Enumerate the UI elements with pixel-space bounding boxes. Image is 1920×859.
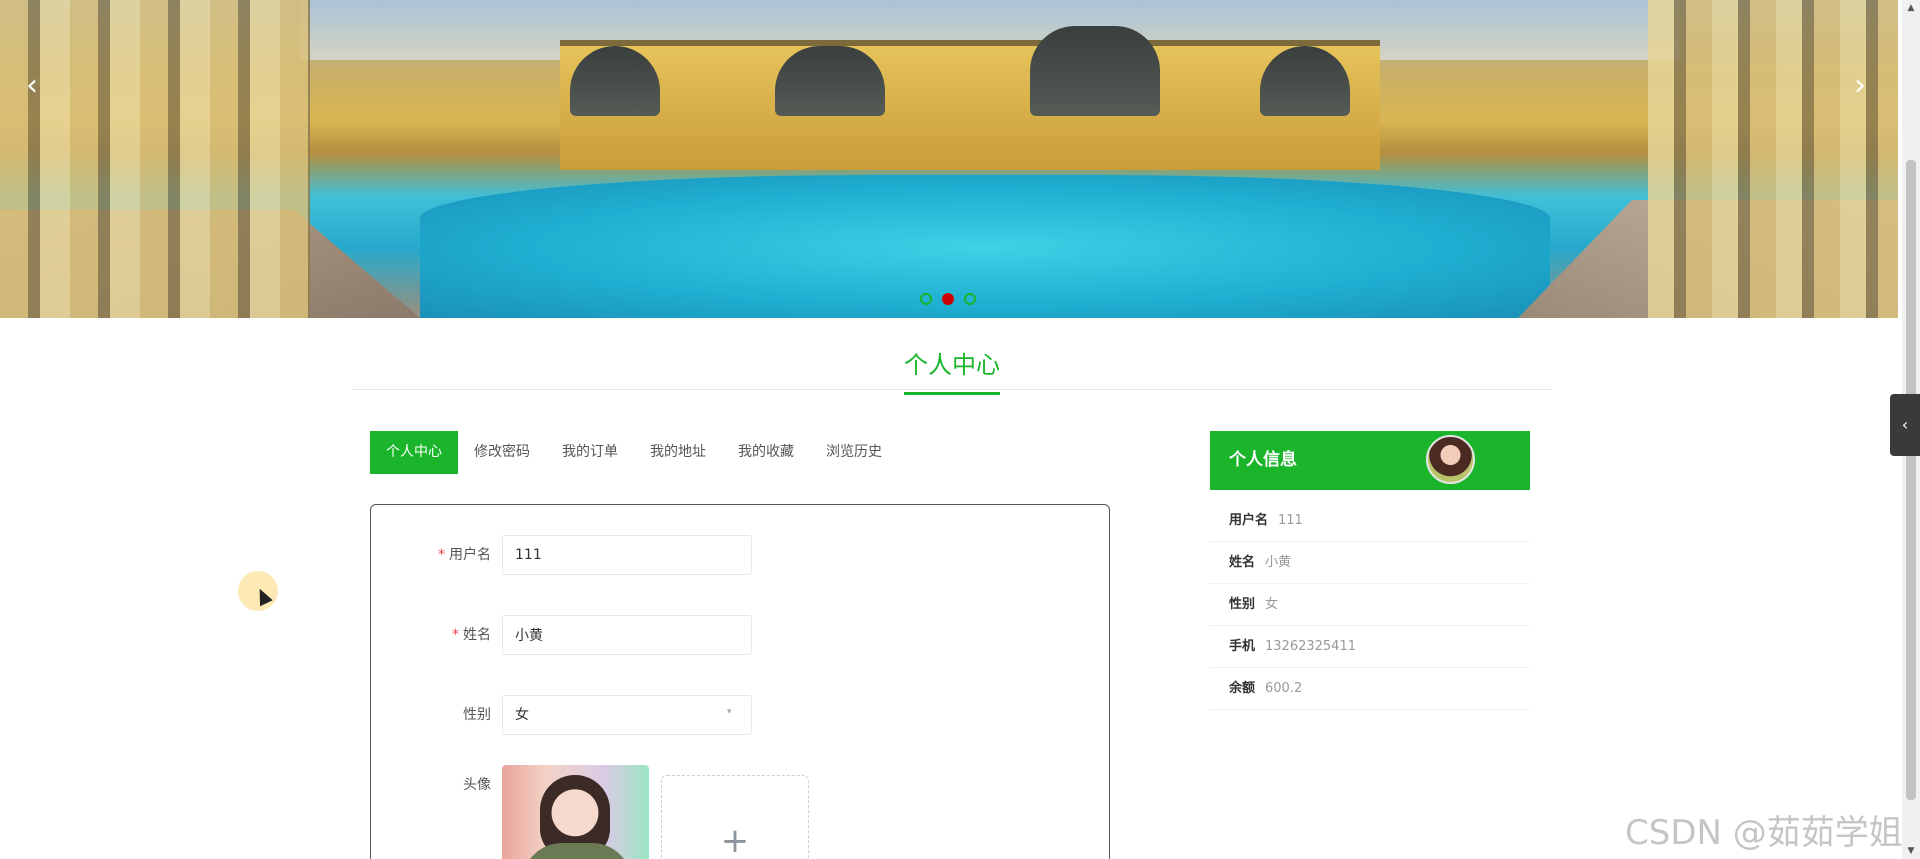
- info-value: 小黄: [1265, 555, 1292, 570]
- carousel-dot[interactable]: [964, 293, 976, 305]
- tab-2[interactable]: 我的订单: [546, 431, 634, 474]
- plus-icon: +: [720, 821, 750, 859]
- section-header: 个人中心: [352, 340, 1552, 395]
- profile-form: *用户名 *姓名 性别 女 ▾ 头像 +: [370, 504, 1110, 859]
- watermark: CSDN @茹茹学姐: [1625, 813, 1903, 853]
- info-list: 用户名 111 姓名 小黄 性别女手机 13262325411 余额 600.2: [1210, 490, 1530, 710]
- avatar-preview-image[interactable]: [502, 765, 649, 859]
- carousel-next-icon[interactable]: ›: [1840, 62, 1880, 110]
- banner-dome: [1260, 46, 1350, 116]
- carousel-prev-icon[interactable]: ‹: [12, 62, 52, 110]
- form-row-name: * 姓名: [371, 615, 1111, 655]
- avatar: [1426, 435, 1475, 484]
- avatar-upload-button[interactable]: +: [661, 775, 809, 859]
- info-value: 女: [1265, 597, 1279, 612]
- banner-building: [560, 26, 1380, 170]
- info-value: 13262325411: [1265, 639, 1356, 654]
- carousel-dot[interactable]: [920, 293, 932, 305]
- banner-dome: [775, 46, 885, 116]
- form-row-gender: 性别 女 ▾: [371, 695, 1111, 735]
- scroll-down-icon[interactable]: ▼: [1902, 843, 1920, 859]
- gender-select[interactable]: 女: [502, 695, 752, 735]
- info-value: 111: [1278, 513, 1303, 528]
- tab-0[interactable]: 个人中心: [370, 431, 458, 474]
- info-panel-title: 个人信息: [1229, 450, 1297, 470]
- banner-carousel: ‹ ›: [0, 0, 1898, 318]
- side-panel-toggle-icon[interactable]: ‹: [1890, 394, 1920, 456]
- info-row: 余额 600.2: [1210, 668, 1530, 710]
- info-key: 手机: [1229, 639, 1256, 654]
- required-mark: *: [438, 547, 445, 563]
- banner-pool: [420, 175, 1550, 318]
- info-value: 600.2: [1265, 681, 1303, 696]
- carousel-dot[interactable]: [942, 293, 954, 305]
- tab-3[interactable]: 我的地址: [634, 431, 722, 474]
- info-row: 姓名 小黄: [1210, 542, 1530, 584]
- chevron-down-icon: ▾: [727, 707, 732, 717]
- info-key: 用户名: [1229, 513, 1269, 528]
- tab-1[interactable]: 修改密码: [458, 431, 546, 474]
- banner-pillars: [0, 0, 310, 318]
- tab-5[interactable]: 浏览历史: [810, 431, 898, 474]
- page-title: 个人中心: [904, 341, 1000, 395]
- banner-dome: [1030, 26, 1160, 116]
- scrollbar-thumb[interactable]: [1906, 160, 1916, 800]
- user-center-tabs: 个人中心 修改密码 我的订单 我的地址 我的收藏 浏览历史: [370, 431, 898, 474]
- info-row: 用户名 111: [1210, 500, 1530, 542]
- username-label: * 用户名: [438, 547, 491, 563]
- name-input[interactable]: [502, 615, 752, 655]
- gender-label: 性别: [463, 707, 491, 723]
- info-key: 姓名: [1229, 555, 1256, 570]
- info-row: 性别女: [1210, 584, 1530, 626]
- form-row-avatar: 头像 +: [371, 765, 1111, 859]
- avatar-label: 头像: [463, 777, 491, 793]
- info-key: 性别: [1229, 597, 1256, 612]
- personal-info-panel: 个人信息 用户名 111 姓名 小黄 性别女手机 13262325411 余额 600.2: [1210, 431, 1530, 710]
- avatar-shoulder: [522, 843, 632, 859]
- name-label: * 姓名: [452, 627, 491, 643]
- form-row-username: * 用户名: [371, 535, 1111, 575]
- username-input[interactable]: [502, 535, 752, 575]
- required-mark: *: [452, 627, 459, 643]
- info-row: 手机 13262325411: [1210, 626, 1530, 668]
- tab-4[interactable]: 我的收藏: [722, 431, 810, 474]
- info-panel-header: 个人信息: [1210, 431, 1530, 490]
- info-key: 余额: [1229, 681, 1256, 696]
- scroll-up-icon[interactable]: ▲: [1902, 0, 1920, 16]
- banner-dome: [570, 46, 660, 116]
- carousel-indicators: [920, 293, 976, 305]
- banner-pillars: [1648, 0, 1898, 318]
